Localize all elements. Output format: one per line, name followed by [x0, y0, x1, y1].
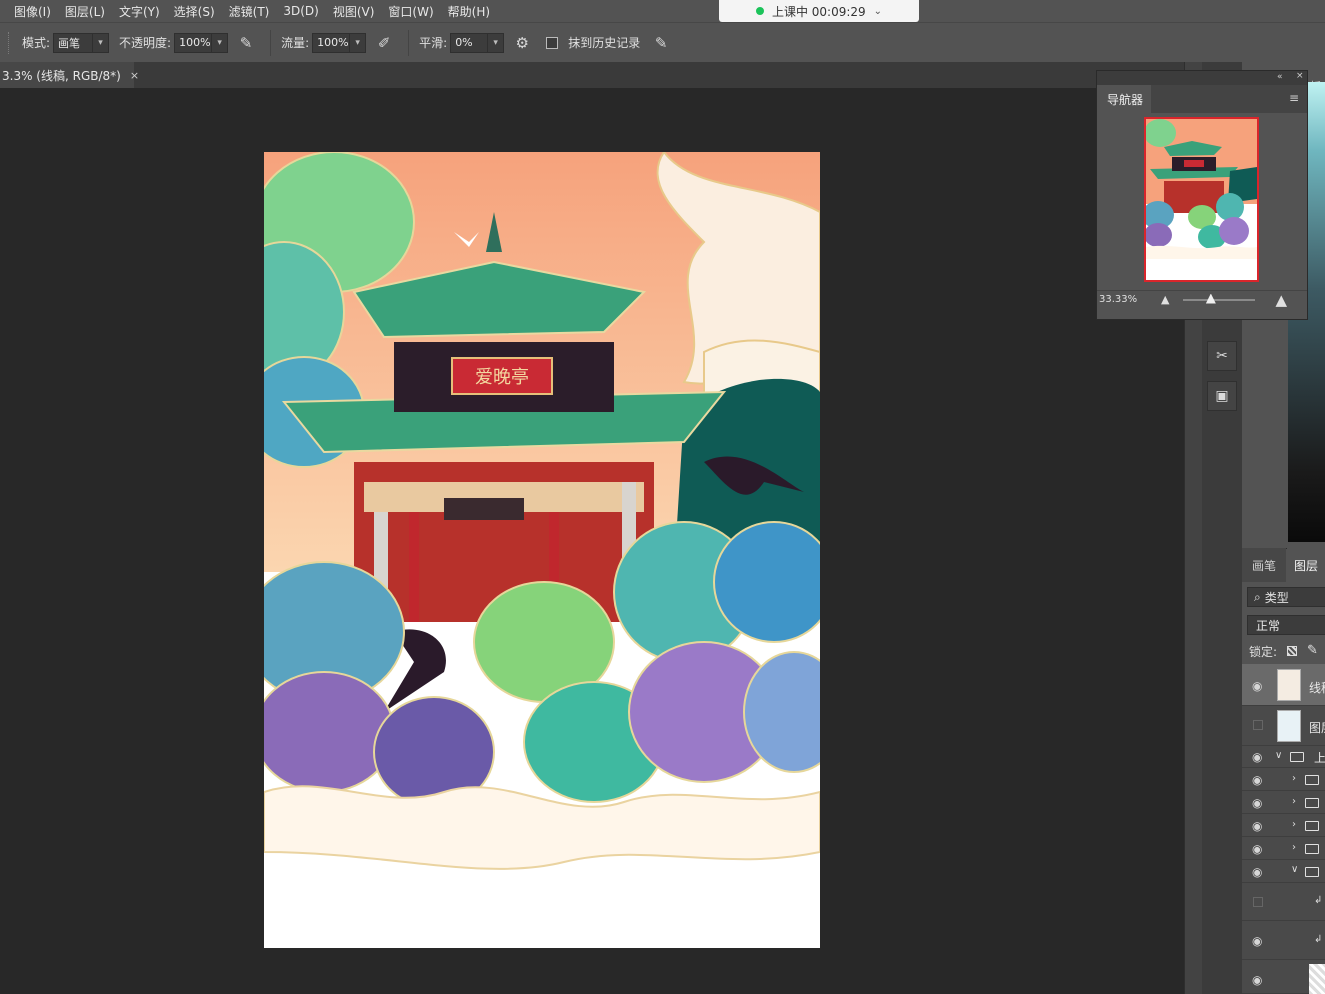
layer-thumbnail [1277, 669, 1301, 701]
document-tab-title: 3.3% (线稿, RGB/8*) [2, 68, 121, 83]
folder-icon [1305, 798, 1319, 808]
chevron-down-icon[interactable]: ⌄ [874, 6, 882, 17]
class-status-bar[interactable]: 上课中 00:09:29 ⌄ [719, 0, 919, 22]
layer-thumbnail [1277, 710, 1301, 742]
chevron-right-icon[interactable]: › [1292, 796, 1296, 807]
live-dot-icon [755, 7, 764, 15]
chevron-down-icon[interactable]: ∨ [1291, 864, 1298, 875]
smoothing-dropdown-icon[interactable]: ▾ [488, 32, 505, 53]
flow-input[interactable]: 100% [312, 32, 351, 53]
folder-icon [1305, 775, 1319, 785]
erase-history-label: 抹到历史记录 [568, 36, 641, 50]
tab-layers[interactable]: 图层 [1287, 548, 1325, 582]
zoom-value[interactable]: 33.33% [1099, 294, 1149, 305]
menu-image[interactable]: 图像(I) [14, 3, 51, 20]
smoothing-label: 平滑: [419, 36, 448, 50]
menu-help[interactable]: 帮助(H) [448, 3, 490, 20]
lock-paint-icon[interactable]: ✎ [1307, 643, 1318, 658]
plaque-text: 爱晚亭 [475, 367, 529, 388]
zoom-out-icon[interactable]: ▲ [1161, 293, 1169, 306]
mode-label: 模式: [22, 36, 51, 50]
collapse-icon[interactable]: « [1277, 72, 1283, 82]
document-canvas[interactable]: 爱晚亭 [264, 152, 820, 948]
library-icon[interactable]: ▣ [1207, 381, 1237, 411]
layer-group-name[interactable]: 上 [1314, 749, 1325, 766]
airbrush-icon[interactable]: ✐ [372, 31, 396, 55]
artwork-illustration: 爱晚亭 [264, 152, 820, 948]
folder-open-icon [1305, 867, 1319, 877]
eye-icon[interactable]: ◉ [1252, 797, 1266, 809]
options-grip[interactable] [8, 31, 12, 54]
zoom-slider-track [1183, 298, 1256, 301]
divider [270, 29, 272, 56]
opacity-label: 不透明度: [119, 36, 172, 50]
chevron-right-icon[interactable]: › [1292, 773, 1296, 784]
chevron-down-icon[interactable]: ∨ [1275, 750, 1282, 761]
folder-icon [1305, 821, 1319, 831]
layer-thumbnail [1309, 964, 1325, 994]
chevron-right-icon[interactable]: › [1292, 842, 1296, 853]
clip-arrow-icon: ↲ [1314, 895, 1323, 906]
flow-dropdown-icon[interactable]: ▾ [350, 32, 367, 53]
opacity-dropdown-icon[interactable]: ▾ [212, 32, 229, 53]
visibility-toggle-off[interactable] [1253, 720, 1263, 730]
clip-arrow-icon: ↲ [1314, 934, 1323, 945]
mode-dropdown-icon[interactable]: ▾ [93, 32, 110, 53]
layer-name[interactable]: 图层 [1309, 719, 1325, 736]
gear-icon[interactable]: ⚙ [510, 31, 534, 55]
navigator-thumbnail[interactable] [1144, 117, 1259, 282]
layer-name[interactable]: 线稿 [1309, 679, 1325, 696]
document-tab-bar [0, 62, 1184, 88]
class-status-text: 上课中 00:09:29 [771, 4, 866, 19]
eye-icon[interactable]: ◉ [1252, 680, 1266, 692]
opacity-input[interactable]: 100% [174, 32, 213, 53]
eye-icon[interactable]: ◉ [1252, 974, 1266, 986]
panel-menu-icon[interactable]: ≡ [1289, 91, 1299, 105]
menu-bar: 图像(I) 图层(L) 文字(Y) 选择(S) 滤镜(T) 3D(D) 视图(V… [0, 0, 1325, 22]
flow-label: 流量: [281, 36, 310, 50]
menu-layer[interactable]: 图层(L) [65, 3, 105, 20]
document-tab[interactable]: 3.3% (线稿, RGB/8*) × [0, 62, 139, 88]
layer-filter-select[interactable]: ⌕ 类型 [1247, 587, 1325, 607]
navigator-tab-bar [1151, 85, 1307, 113]
options-bar: 模式: 画笔 ▾ 不透明度: 100% ▾ ✎ 流量: 100% ▾ ✐ 平滑:… [0, 22, 1325, 62]
search-icon: ⌕ [1254, 589, 1261, 604]
eye-icon[interactable]: ◉ [1252, 774, 1266, 786]
erase-history-checkbox[interactable] [546, 36, 559, 49]
pressure-size-icon[interactable]: ✎ [649, 31, 673, 55]
eye-icon[interactable]: ◉ [1252, 843, 1266, 855]
menu-3d[interactable]: 3D(D) [283, 4, 318, 18]
pressure-opacity-icon[interactable]: ✎ [234, 31, 258, 55]
menu-view[interactable]: 视图(V) [333, 3, 375, 20]
smoothing-input[interactable]: 0% [450, 32, 489, 53]
eye-icon[interactable]: ◉ [1252, 820, 1266, 832]
layer-filter-label: 类型 [1264, 590, 1289, 605]
menu-window[interactable]: 窗口(W) [388, 3, 433, 20]
divider [408, 29, 410, 56]
blend-mode-select[interactable]: 正常 [1247, 615, 1325, 635]
chevron-right-icon[interactable]: › [1292, 819, 1296, 830]
scissors-icon[interactable]: ✂ [1207, 341, 1237, 371]
mode-select[interactable]: 画笔 [53, 32, 94, 53]
lock-transparent-icon[interactable] [1287, 646, 1297, 656]
navigator-tab[interactable]: 导航器 [1099, 85, 1151, 113]
lock-label: 锁定: [1249, 645, 1278, 659]
navigator-zoom-row: 33.33% ▲ ▲ [1097, 290, 1307, 309]
menu-type[interactable]: 文字(Y) [119, 3, 160, 20]
eye-icon[interactable]: ◉ [1252, 866, 1266, 878]
close-icon[interactable]: × [1296, 71, 1304, 81]
zoom-in-icon[interactable]: ▲ [1275, 291, 1287, 309]
folder-icon [1290, 752, 1304, 762]
eye-icon[interactable]: ◉ [1252, 751, 1266, 763]
navigator-header: « × [1097, 71, 1307, 85]
eye-icon[interactable]: ◉ [1252, 935, 1266, 947]
visibility-toggle-off[interactable] [1253, 897, 1263, 907]
zoom-slider[interactable] [1183, 293, 1256, 306]
folder-icon [1305, 844, 1319, 854]
close-icon[interactable]: × [130, 69, 139, 82]
menu-select[interactable]: 选择(S) [174, 3, 215, 20]
tab-brushes[interactable]: 画笔 [1242, 548, 1286, 582]
menu-filter[interactable]: 滤镜(T) [229, 3, 270, 20]
navigator-preview-image [1146, 119, 1257, 280]
